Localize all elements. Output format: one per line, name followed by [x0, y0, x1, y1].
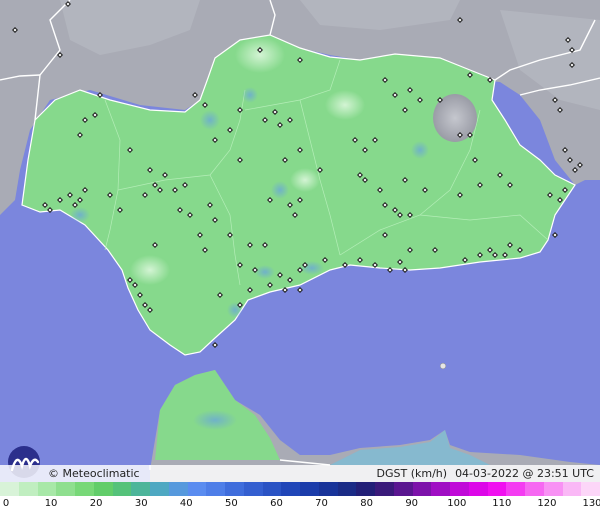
scale-tick-label: 60: [270, 498, 283, 509]
color-scale: 0 10 20 30 40 50 60 70 80 90 100 110 120 130: [0, 482, 600, 517]
scale-swatch: [300, 482, 319, 496]
scale-swatch: [562, 482, 582, 496]
scale-swatch: [262, 482, 282, 496]
scale-swatch: [75, 482, 94, 496]
scale-swatch: [581, 482, 600, 496]
scale-swatch: [168, 482, 188, 496]
scale-swatch: [375, 482, 394, 496]
variable-label: DGST (km/h): [376, 467, 448, 480]
scale-swatch: [93, 482, 113, 496]
scale-tick-label: 110: [492, 498, 512, 509]
island: [439, 362, 447, 370]
scale-tick-label: 80: [360, 498, 373, 509]
scale-swatch: [112, 482, 132, 496]
scale-swatch: [525, 482, 544, 496]
scale-swatch: [56, 482, 75, 496]
scale-tick-label: 20: [89, 498, 103, 509]
scale-tick-label: 40: [179, 498, 193, 509]
scale-tick-label: 50: [225, 498, 238, 509]
scale-swatch: [18, 482, 38, 496]
scale-swatch: [412, 482, 432, 496]
color-scale-bar: [0, 482, 600, 496]
scale-swatch: [487, 482, 507, 496]
scale-tick-label: 70: [315, 498, 328, 509]
scale-swatch: [543, 482, 563, 496]
scale-swatch: [187, 482, 207, 496]
scale-swatch: [0, 482, 19, 496]
scale-swatch: [337, 482, 357, 496]
wind-gust-map: [0, 0, 600, 517]
scale-tick-label: 30: [134, 498, 148, 509]
copyright-symbol: ©: [48, 467, 59, 480]
scale-swatch: [281, 482, 300, 496]
scale-swatch: [393, 482, 413, 496]
scale-tick-label: 0: [2, 498, 10, 509]
scale-tick-label: 10: [44, 498, 58, 509]
scale-swatch: [468, 482, 488, 496]
scale-swatch: [206, 482, 225, 496]
scale-tick-label: 130: [582, 498, 600, 509]
scale-swatch: [243, 482, 263, 496]
scale-swatch: [150, 482, 169, 496]
scale-tick-label: 120: [537, 498, 557, 509]
scale-swatch: [356, 482, 375, 496]
brand-label: © Meteoclimatic: [48, 467, 140, 480]
brand-name: Meteoclimatic: [62, 467, 140, 480]
datetime-label: 04-03-2022 @ 23:51 UTC: [455, 467, 594, 480]
scale-tick-label: 100: [447, 498, 467, 509]
scale-swatch: [225, 482, 244, 496]
scale-tick-label: 90: [405, 498, 419, 509]
scale-swatch: [431, 482, 450, 496]
scale-swatch: [506, 482, 525, 496]
info-text: DGST (km/h) 04-03-2022 @ 23:51 UTC: [369, 467, 594, 480]
scale-swatch: [131, 482, 150, 496]
scale-swatch: [318, 482, 338, 496]
scale-swatch: [37, 482, 57, 496]
scale-swatch: [450, 482, 469, 496]
